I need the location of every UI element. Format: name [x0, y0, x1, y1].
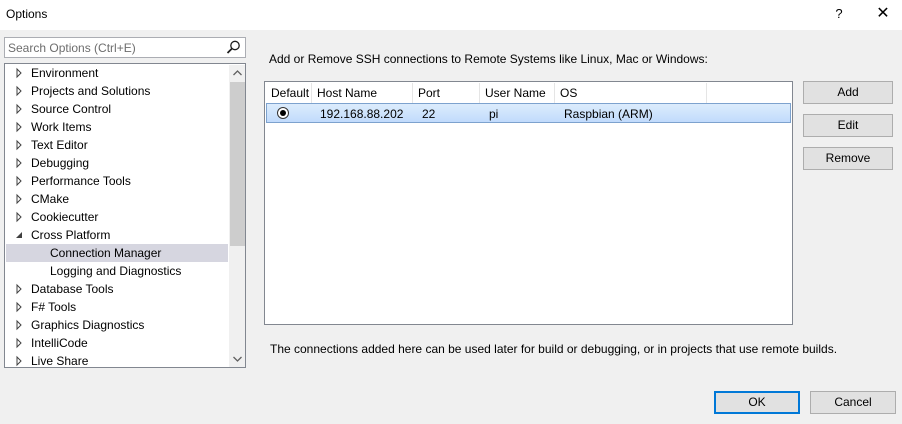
column-header-os[interactable]: OS	[555, 83, 707, 103]
search-icon[interactable]	[225, 39, 242, 56]
host-name-cell: 192.168.88.202	[320, 107, 404, 121]
collapsed-arrow-icon[interactable]	[15, 82, 25, 100]
connection-row[interactable]: 192.168.88.202 22 pi Raspbian (ARM)	[266, 103, 791, 123]
tree-item[interactable]: Logging and Diagnostics	[6, 262, 228, 280]
tree-item-label: Connection Manager	[50, 246, 162, 260]
cancel-button[interactable]: Cancel	[810, 391, 896, 414]
description-text: Add or Remove SSH connections to Remote …	[269, 52, 708, 66]
collapsed-arrow-icon[interactable]	[15, 64, 25, 82]
column-header-port[interactable]: Port	[413, 83, 480, 103]
tree-item[interactable]: Cross Platform	[6, 226, 228, 244]
tree-item-label: Database Tools	[31, 282, 114, 296]
tree-item[interactable]: F# Tools	[6, 298, 228, 316]
scrollbar-thumb[interactable]	[230, 82, 245, 246]
tree-item-label: IntelliCode	[31, 336, 88, 350]
collapsed-arrow-icon[interactable]	[15, 280, 25, 298]
tree-item-label: Source Control	[31, 102, 112, 116]
tree-item[interactable]: Connection Manager	[6, 244, 228, 262]
scroll-up-icon[interactable]	[229, 65, 246, 82]
expanded-arrow-icon[interactable]	[15, 226, 25, 244]
os-cell: Raspbian (ARM)	[564, 107, 653, 121]
tree-item[interactable]: Debugging	[6, 154, 228, 172]
user-name-cell: pi	[489, 107, 499, 121]
collapsed-arrow-icon[interactable]	[15, 298, 25, 316]
footer-note: The connections added here can be used l…	[270, 342, 838, 356]
edit-button[interactable]: Edit	[803, 114, 893, 137]
tree-item[interactable]: IntelliCode	[6, 334, 228, 352]
tree-item[interactable]: CMake	[6, 190, 228, 208]
tree-item-label: Graphics Diagnostics	[31, 318, 145, 332]
column-header-default[interactable]: Default	[266, 83, 312, 103]
collapsed-arrow-icon[interactable]	[15, 172, 25, 190]
window-title: Options	[6, 7, 48, 21]
add-button[interactable]: Add	[803, 81, 893, 104]
port-cell: 22	[422, 107, 436, 121]
options-tree: Environment Projects and Solutions Source …	[4, 63, 246, 368]
collapsed-arrow-icon[interactable]	[15, 154, 25, 172]
connections-list[interactable]: Default Host Name Port User Name OS 192.…	[264, 81, 793, 325]
scroll-down-icon[interactable]	[229, 350, 246, 367]
collapsed-arrow-icon[interactable]	[15, 352, 25, 368]
tree-scrollbar[interactable]	[229, 65, 246, 367]
collapsed-arrow-icon[interactable]	[15, 190, 25, 208]
remove-button[interactable]: Remove	[803, 147, 893, 170]
tree-item[interactable]: Performance Tools	[6, 172, 228, 190]
tree-item-label: CMake	[31, 192, 70, 206]
title-bar: Options ? ✕	[0, 0, 902, 30]
search-box	[4, 37, 246, 58]
tree-item-label: Environment	[31, 66, 99, 80]
column-header-user-name[interactable]: User Name	[480, 83, 555, 103]
collapsed-arrow-icon[interactable]	[15, 100, 25, 118]
tree-item-label: Cross Platform	[31, 228, 111, 242]
tree-item[interactable]: Work Items	[6, 118, 228, 136]
tree-item[interactable]: Environment	[6, 64, 228, 82]
tree-item[interactable]: Graphics Diagnostics	[6, 316, 228, 334]
tree-item-label: Live Share	[31, 354, 89, 368]
tree-item-label: Logging and Diagnostics	[50, 264, 182, 278]
tree-item[interactable]: Live Share	[6, 352, 228, 368]
tree-item-label: Cookiecutter	[31, 210, 99, 224]
tree-item[interactable]: Database Tools	[6, 280, 228, 298]
radio-selected-icon	[280, 110, 286, 116]
tree-item-label: F# Tools	[31, 300, 77, 314]
tree-item-label: Text Editor	[31, 138, 88, 152]
collapsed-arrow-icon[interactable]	[15, 334, 25, 352]
tree-item-label: Projects and Solutions	[31, 84, 151, 98]
help-button[interactable]: ?	[826, 4, 852, 24]
collapsed-arrow-icon[interactable]	[15, 208, 25, 226]
tree-item[interactable]: Projects and Solutions	[6, 82, 228, 100]
column-header-host-name[interactable]: Host Name	[312, 83, 413, 103]
tree-item-label: Performance Tools	[31, 174, 131, 188]
search-input[interactable]	[8, 40, 220, 55]
collapsed-arrow-icon[interactable]	[15, 316, 25, 334]
close-button[interactable]: ✕	[870, 4, 896, 24]
tree-item-label: Debugging	[31, 156, 90, 170]
tree-item[interactable]: Source Control	[6, 100, 228, 118]
default-radio[interactable]	[277, 107, 289, 119]
tree-item[interactable]: Text Editor	[6, 136, 228, 154]
ok-button[interactable]: OK	[714, 391, 800, 414]
collapsed-arrow-icon[interactable]	[15, 136, 25, 154]
tree-item[interactable]: Cookiecutter	[6, 208, 228, 226]
collapsed-arrow-icon[interactable]	[15, 118, 25, 136]
tree-item-label: Work Items	[31, 120, 92, 134]
